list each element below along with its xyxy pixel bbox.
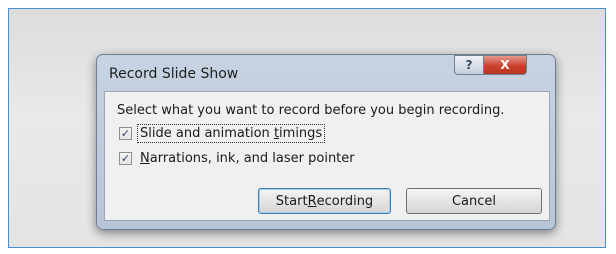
slide-timings-checkbox[interactable]: ✓	[119, 127, 132, 140]
help-button[interactable]: ?	[454, 55, 484, 75]
narrations-checkbox[interactable]: ✓	[119, 152, 132, 165]
dialog-content: Select what you want to record before yo…	[104, 91, 550, 221]
instruction-text: Select what you want to record before yo…	[117, 103, 505, 118]
narrations-option[interactable]: ✓ Narrations, ink, and laser pointer	[119, 150, 357, 167]
narrations-label[interactable]: Narrations, ink, and laser pointer	[138, 150, 357, 167]
slide-timings-option[interactable]: ✓ Slide and animation timings	[119, 124, 326, 143]
dialog-title: Record Slide Show	[109, 66, 239, 82]
screenshot-frame: Record Slide Show ? X Select what you wa…	[8, 8, 606, 248]
cancel-button[interactable]: Cancel	[406, 188, 542, 214]
record-slide-show-dialog: Record Slide Show ? X Select what you wa…	[96, 54, 556, 230]
close-icon: X	[500, 58, 510, 72]
dialog-titlebar[interactable]: Record Slide Show ? X	[97, 55, 555, 91]
slide-timings-label[interactable]: Slide and animation timings	[136, 124, 326, 143]
checkmark-icon: ✓	[120, 152, 131, 165]
start-recording-button[interactable]: Start Recording	[258, 188, 391, 214]
close-button[interactable]: X	[483, 55, 527, 75]
checkmark-icon: ✓	[120, 127, 131, 140]
question-mark-icon: ?	[465, 58, 473, 72]
